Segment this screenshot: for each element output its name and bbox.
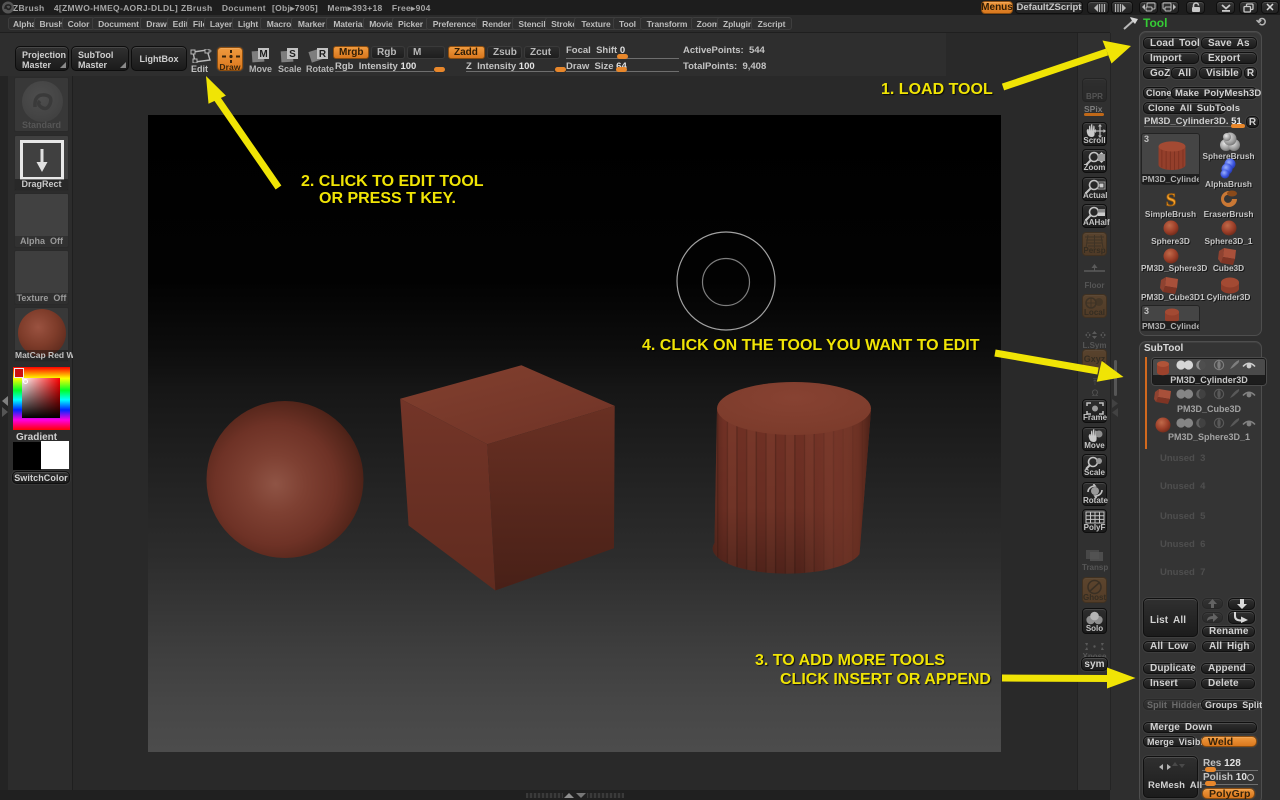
svg-text:R: R [319, 49, 327, 60]
svg-text:M: M [259, 49, 267, 60]
svg-text:S: S [289, 49, 296, 60]
